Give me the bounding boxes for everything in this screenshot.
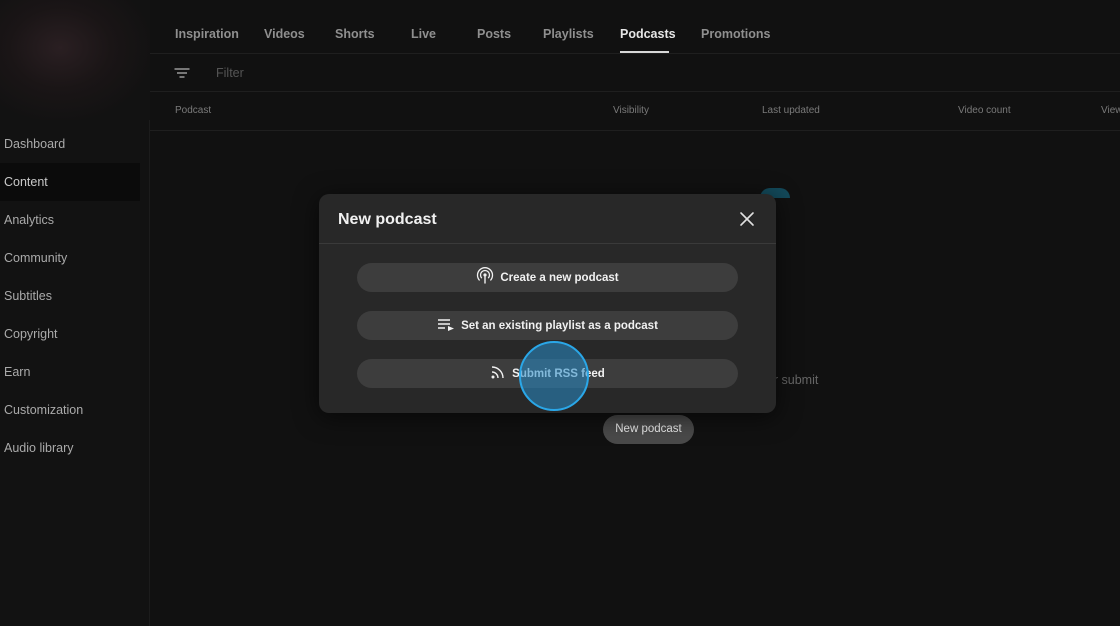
tab-posts[interactable]: Posts [477, 27, 511, 41]
column-header-last-updated[interactable]: Last updated [762, 105, 820, 116]
filter-input[interactable]: Filter [216, 66, 244, 80]
tab-podcasts[interactable]: Podcasts [620, 27, 676, 41]
sidebar: Dashboard Content Analytics Community Su… [0, 0, 150, 626]
playlist-icon [437, 317, 455, 334]
sidebar-item-subtitles[interactable]: Subtitles [0, 277, 150, 315]
table-header: Podcast Visibility Last updated Video co… [150, 92, 1120, 131]
sidebar-item-community[interactable]: Community [0, 239, 150, 277]
set-playlist-as-podcast-label: Set an existing playlist as a podcast [461, 319, 658, 332]
sidebar-item-content[interactable]: Content [0, 163, 140, 201]
new-podcast-dialog: New podcast Create a new podcast Set an … [319, 194, 776, 413]
submit-rss-feed-label: Submit RSS feed [512, 367, 605, 380]
sidebar-item-audio-library[interactable]: Audio library [0, 429, 150, 467]
tab-shorts[interactable]: Shorts [335, 27, 375, 41]
create-new-podcast-label: Create a new podcast [500, 271, 619, 284]
dialog-title: New podcast [338, 211, 437, 228]
tab-videos[interactable]: Videos [264, 27, 305, 41]
content-tabs: Inspiration Videos Shorts Live Posts Pla… [150, 0, 1120, 54]
column-header-podcast[interactable]: Podcast [175, 105, 211, 116]
new-podcast-button[interactable]: New podcast [603, 415, 694, 444]
sidebar-item-copyright[interactable]: Copyright [0, 315, 150, 353]
tab-promotions[interactable]: Promotions [701, 27, 770, 41]
tab-inspiration[interactable]: Inspiration [175, 27, 239, 41]
set-playlist-as-podcast-button[interactable]: Set an existing playlist as a podcast [357, 311, 738, 340]
filter-icon[interactable] [174, 66, 190, 80]
sidebar-item-dashboard[interactable]: Dashboard [0, 125, 150, 163]
create-new-podcast-button[interactable]: Create a new podcast [357, 263, 738, 292]
podcast-icon [476, 267, 494, 288]
sidebar-item-customization[interactable]: Customization [0, 391, 150, 429]
channel-avatar-banner [0, 0, 150, 120]
tab-live[interactable]: Live [411, 27, 436, 41]
column-header-video-count[interactable]: Video count [958, 105, 1011, 116]
filter-bar: Filter [150, 54, 1120, 92]
column-header-visibility[interactable]: Visibility [613, 105, 649, 116]
dialog-header: New podcast [319, 194, 776, 244]
rss-icon [490, 364, 506, 383]
sidebar-item-earn[interactable]: Earn [0, 353, 150, 391]
sidebar-item-analytics[interactable]: Analytics [0, 201, 150, 239]
sidebar-nav: Dashboard Content Analytics Community Su… [0, 125, 150, 467]
submit-rss-feed-button[interactable]: Submit RSS feed [357, 359, 738, 388]
active-tab-indicator [620, 51, 669, 53]
app-window: Dashboard Content Analytics Community Su… [0, 0, 1120, 626]
column-header-views[interactable]: Views [1101, 105, 1120, 116]
tab-playlists[interactable]: Playlists [543, 27, 594, 41]
close-icon[interactable] [737, 209, 757, 229]
